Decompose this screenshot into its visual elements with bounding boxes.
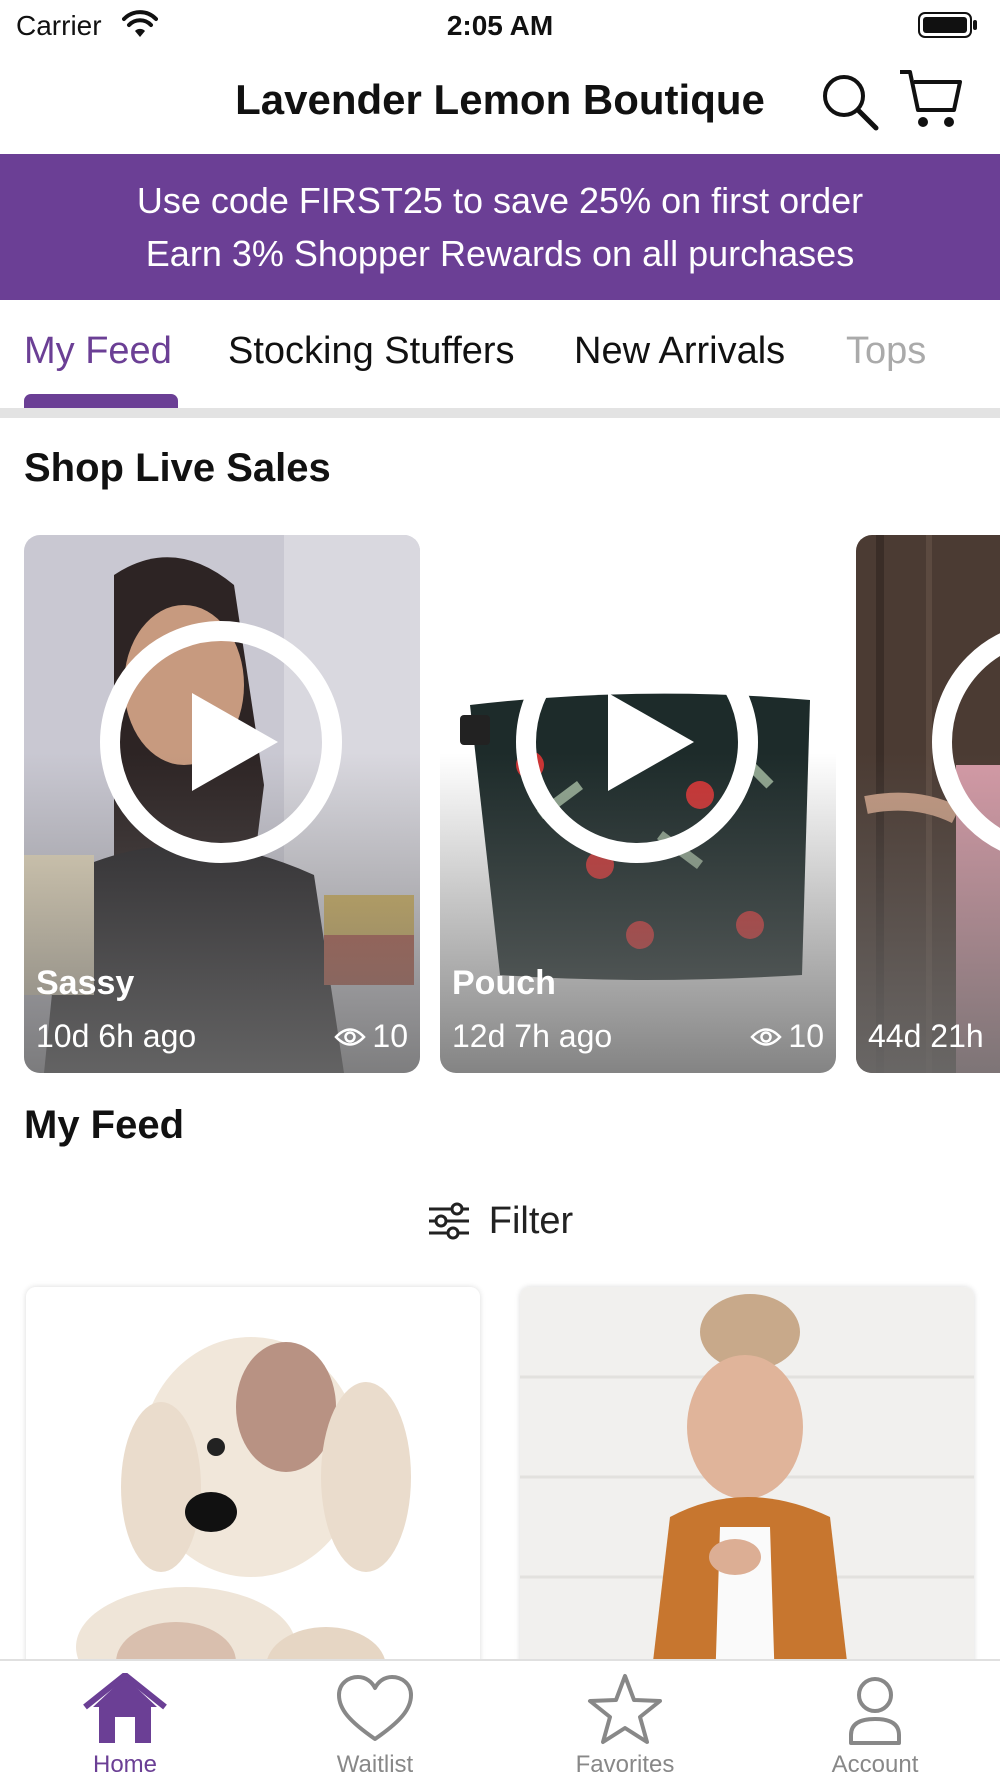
play-icon[interactable] [932,621,1000,863]
nav-waitlist-label: Waitlist [336,1751,414,1778]
eye-icon [334,1027,367,1046]
cart-icon[interactable] [898,68,964,132]
heart-icon [337,1675,413,1741]
play-icon[interactable] [100,621,342,863]
eye-icon [750,1027,783,1046]
filter-button[interactable]: Filter [0,1195,1000,1247]
live-sale-time: 12d 7h ago [452,1018,613,1054]
promo-line-2: Earn 3% Shopper Rewards on all purchases [145,233,855,274]
tab-tops[interactable]: Tops [846,330,926,373]
nav-favorites[interactable]: Favorites [500,1661,750,1778]
live-sales-title: Shop Live Sales [24,446,331,490]
nav-home[interactable]: Home [0,1661,250,1778]
promo-line-1: Use code FIRST25 to save 25% on first or… [136,180,864,221]
live-sale-card[interactable]: Sassy 10d 6h ago 10 [24,535,420,1073]
live-sale-card[interactable]: 44d 21h [856,535,1000,1073]
product-image [26,1287,480,1687]
nav-account-label: Account [831,1751,919,1778]
nav-waitlist[interactable]: Waitlist [250,1661,500,1778]
nav-favorites-label: Favorites [575,1751,675,1778]
battery-icon [918,12,977,38]
live-sale-view-count: 10 [788,1018,824,1054]
play-icon[interactable] [516,621,758,863]
product-card[interactable] [26,1287,480,1687]
product-card[interactable] [520,1287,974,1687]
live-sale-views: 10 [334,1018,408,1055]
status-bar: Carrier 2:05 AM [0,0,1000,52]
tabs-divider [0,408,1000,418]
home-icon [83,1673,167,1743]
live-sale-view-count: 10 [372,1018,408,1054]
tab-new-arrivals[interactable]: New Arrivals [574,330,785,373]
active-tab-indicator [24,394,178,408]
search-icon[interactable] [820,72,880,132]
live-sale-card[interactable]: Pouch 12d 7h ago 10 [440,535,836,1073]
category-tabs: My Feed Stocking Stuffers New Arrivals T… [0,300,1000,418]
promo-banner[interactable]: Use code FIRST25 to save 25% on first or… [0,154,1000,300]
live-sale-time: 44d 21h [868,1018,984,1054]
nav-account[interactable]: Account [750,1661,1000,1778]
star-icon [588,1674,662,1744]
live-sale-views: 10 [750,1018,824,1055]
tab-my-feed[interactable]: My Feed [24,330,172,373]
nav-home-label: Home [92,1751,158,1778]
filter-label: Filter [488,1199,574,1242]
live-sale-name: Sassy [36,964,135,1002]
app-header: Lavender Lemon Boutique [0,52,1000,154]
feed-title: My Feed [24,1103,185,1147]
bottom-nav: Home Waitlist Favorites Account [0,1659,1000,1778]
live-sale-time: 10d 6h ago [36,1018,197,1054]
tab-stocking-stuffers[interactable]: Stocking Stuffers [228,330,515,373]
filter-icon [428,1202,469,1240]
live-sale-name: Pouch [452,964,556,1002]
status-time: 2:05 AM [446,10,554,41]
product-image [520,1287,974,1687]
account-icon [849,1677,901,1745]
